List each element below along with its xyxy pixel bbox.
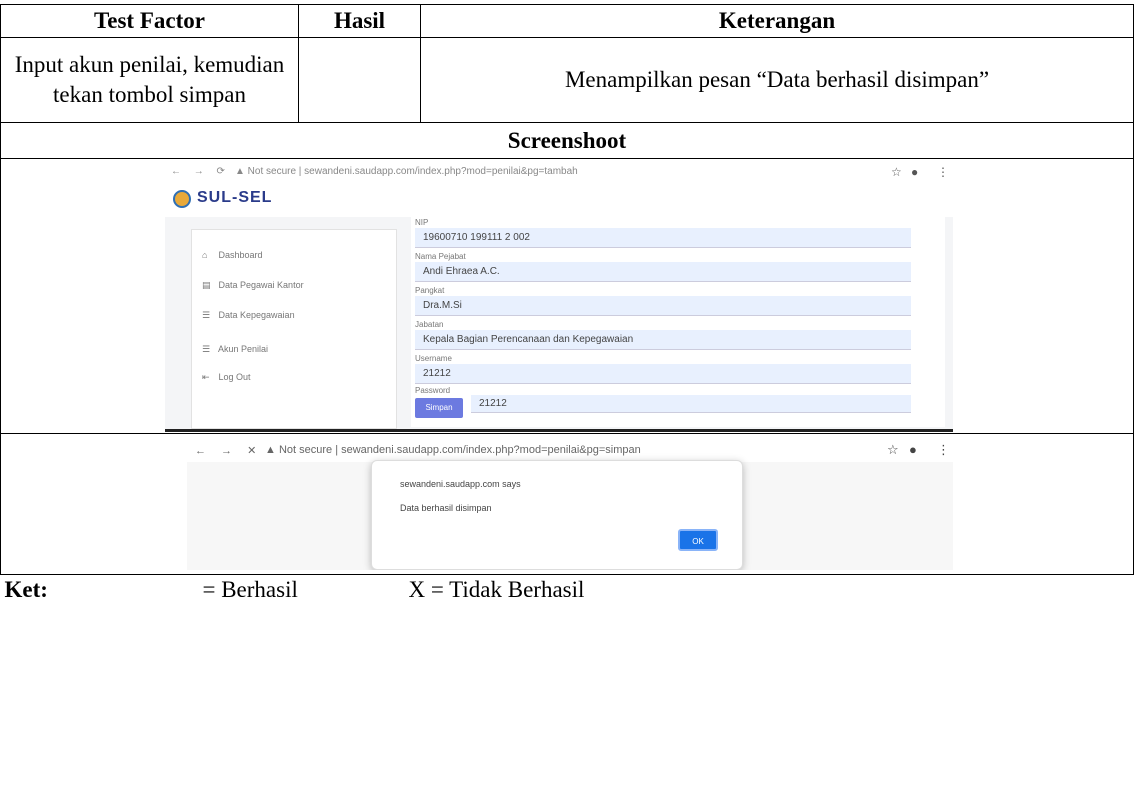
home-icon: ⌂ (202, 250, 208, 260)
app-logo-icon (173, 190, 191, 208)
profile-icon: ● (909, 442, 917, 457)
field-label: Pangkat (415, 286, 445, 295)
field-label: Password (415, 386, 451, 395)
dialog-message: Data berhasil disimpan (400, 503, 492, 513)
menu-icon: ☰ (202, 310, 211, 320)
menu-dots-icon: ⋮ (937, 442, 950, 457)
ok-button: OK (678, 529, 718, 551)
screenshot-heading: Screenshoot (0, 122, 1134, 159)
app-header: SUL-SEL (165, 181, 953, 217)
screenshot-row-dialog: ← → ✕ ▲ Not secure | sewandeni.saudapp.c… (0, 433, 1134, 575)
sidebar-item-kepegawaian: ☰ Data Kepegawaian (202, 310, 295, 321)
screenshot-heading-row: Screenshoot (0, 122, 1134, 159)
header-hasil: Hasil (298, 4, 421, 38)
jabatan-field: Kepala Bagian Perencanaan dan Kepegawaia… (415, 330, 911, 350)
save-button: Simpan (415, 398, 463, 418)
field-label: NIP (415, 218, 429, 227)
nama-field: Andi Ehraea A.C. (415, 262, 911, 282)
sidebar-item-penilai: ☰ Akun Penilai (202, 344, 268, 355)
header-row: Test Factor Hasil Keterangan (0, 4, 1134, 38)
sidebar-item-dashboard: ⌂ Dashboard (202, 250, 263, 260)
test-factor-cell: Input akun penilai, kemudian tekan tombo… (0, 37, 299, 123)
sidebar-label: Akun Penilai (218, 344, 269, 354)
header-test-factor: Test Factor (0, 4, 299, 38)
menu-icon: ☰ (202, 344, 211, 354)
sidebar-label: Data Kepegawaian (218, 310, 295, 320)
sidebar-item-logout: ⇤ Log Out (202, 372, 251, 383)
star-icon: ☆ (887, 442, 899, 457)
sidebar-item-pegawai: ▤ Data Pegawai Kantor (202, 280, 304, 291)
legend-row: Ket: = Berhasil X = Tidak Berhasil (1, 575, 1134, 606)
menu-dots-icon: ⋮ (937, 165, 949, 179)
browser-address-bar: ← → ⟳ ▲ Not secure | sewandeni.saudapp.c… (165, 163, 953, 181)
browser-url: ▲ Not secure | sewandeni.saudapp.com/ind… (235, 166, 578, 177)
form-panel: NIP 19600710 199111 2 002 Nama Pejabat A… (411, 217, 945, 427)
screenshot-row-form: ← → ⟳ ▲ Not secure | sewandeni.saudapp.c… (0, 158, 1134, 434)
dialog-title: sewandeni.saudapp.com says (400, 479, 521, 489)
test-factor-line1: Input akun penilai, kemudian (14, 52, 285, 77)
star-icon: ☆ (891, 165, 902, 179)
browser-address-bar: ← → ✕ ▲ Not secure | sewandeni.saudapp.c… (187, 438, 953, 462)
dialog-screenshot: ← → ✕ ▲ Not secure | sewandeni.saudapp.c… (187, 438, 953, 570)
sidebar: ⌂ Dashboard ▤ Data Pegawai Kantor ☰ Data… (191, 229, 397, 429)
keterangan-cell: Menampilkan pesan “Data berhasil disimpa… (420, 37, 1134, 123)
legend-berhasil: = Berhasil (202, 577, 298, 602)
test-table: Test Factor Hasil Keterangan Input akun … (0, 4, 1134, 605)
field-label: Username (415, 354, 452, 363)
form-screenshot: ← → ⟳ ▲ Not secure | sewandeni.saudapp.c… (165, 163, 953, 432)
pangkat-field: Dra.M.Si (415, 296, 911, 316)
browser-nav-icons: ← → ⟳ (171, 166, 230, 177)
logout-icon: ⇤ (202, 372, 210, 382)
hasil-cell (298, 37, 421, 123)
sidebar-label: Data Pegawai Kantor (218, 280, 304, 290)
profile-icon: ● (911, 165, 919, 179)
browser-nav-icons: ← → ✕ (195, 445, 263, 457)
legend-tidak-berhasil: X = Tidak Berhasil (408, 577, 585, 602)
browser-url: ▲ Not secure | sewandeni.saudapp.com/ind… (265, 444, 641, 456)
sidebar-label: Dashboard (218, 250, 263, 260)
list-icon: ▤ (202, 280, 211, 290)
app-name: SUL-SEL (197, 189, 273, 206)
test-factor-line2: tekan tombol simpan (53, 82, 246, 107)
nip-field: 19600710 199111 2 002 (415, 228, 911, 248)
sidebar-label: Log Out (218, 372, 251, 382)
test-row: Input akun penilai, kemudian tekan tombo… (0, 37, 1134, 123)
password-field: 21212 (471, 395, 911, 413)
username-field: 21212 (415, 364, 911, 384)
alert-dialog: sewandeni.saudapp.com says Data berhasil… (371, 460, 743, 570)
field-label: Jabatan (415, 320, 444, 329)
header-keterangan: Keterangan (420, 4, 1134, 38)
field-label: Nama Pejabat (415, 252, 466, 261)
